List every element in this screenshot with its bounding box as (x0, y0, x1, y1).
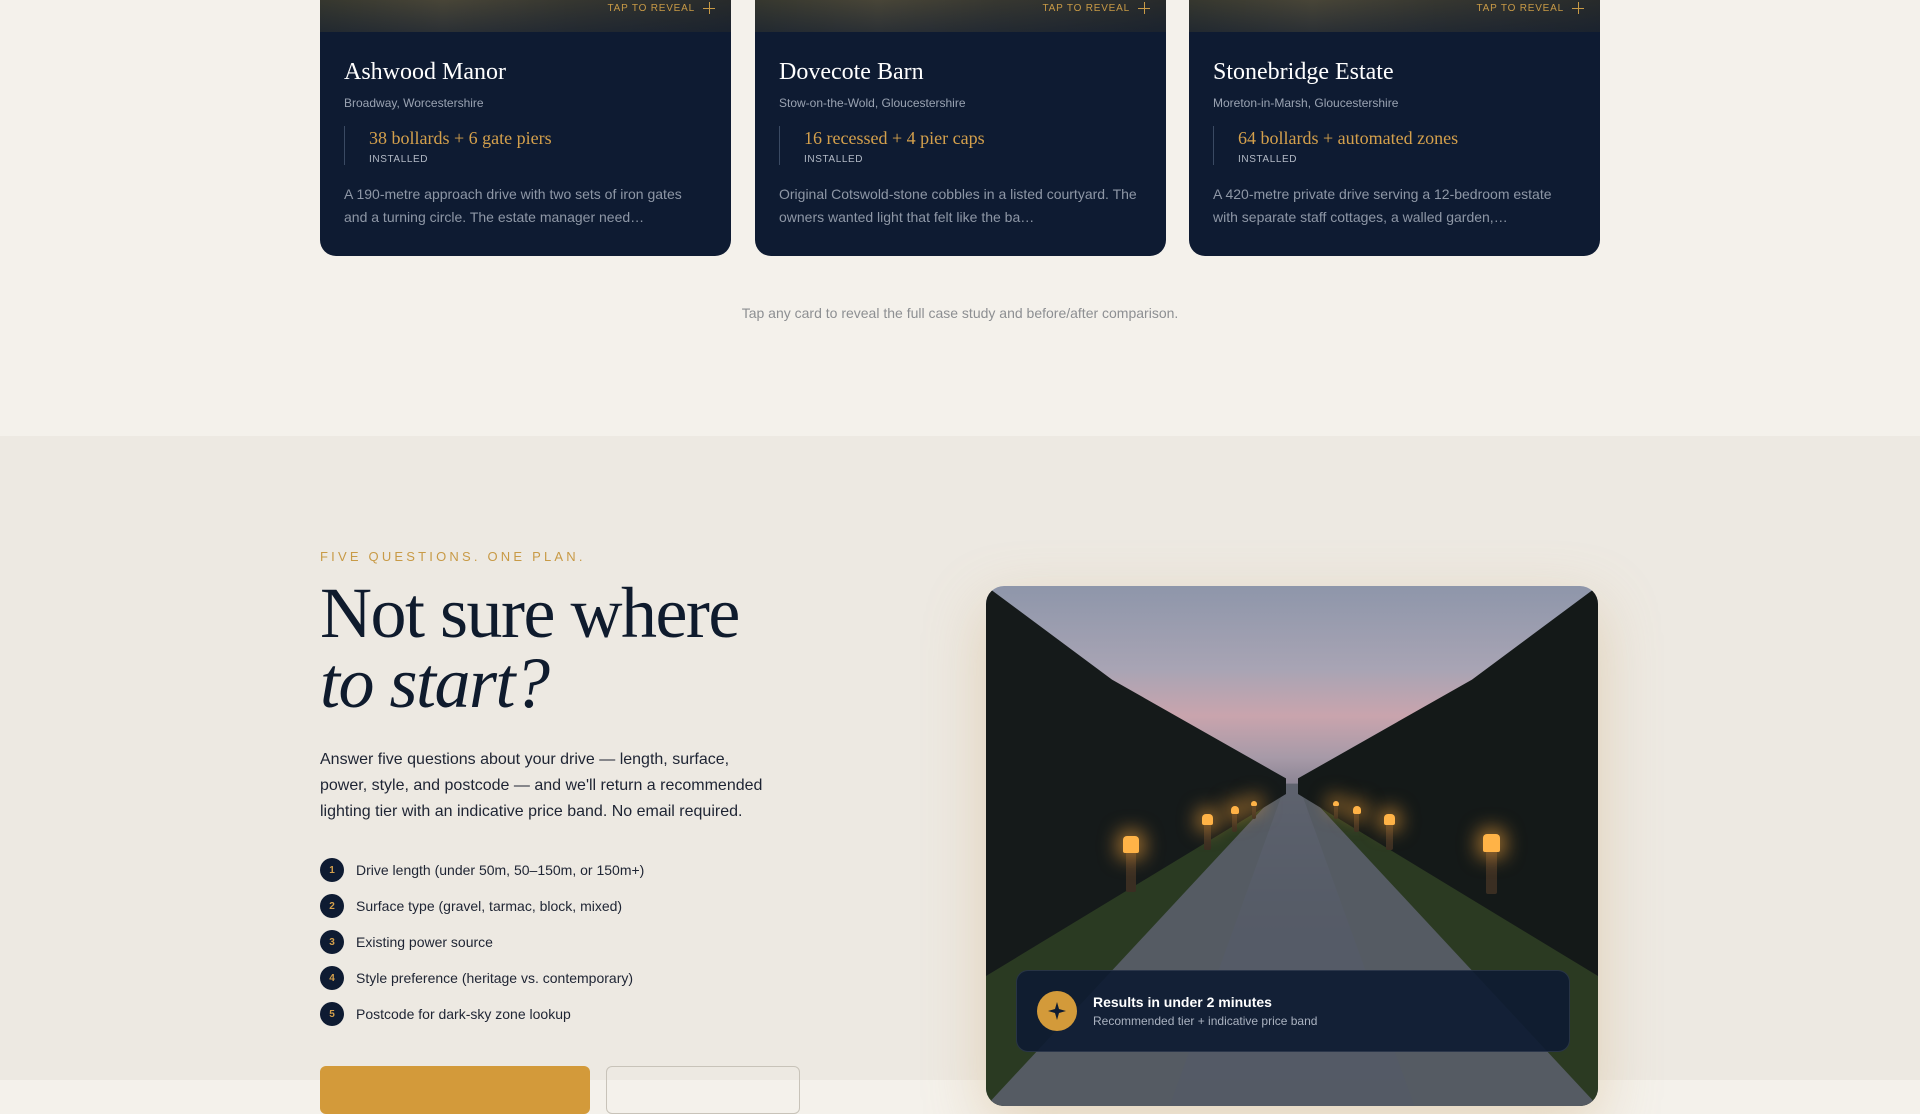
list-item: 4 Style preference (heritage vs. contemp… (320, 966, 644, 990)
stat-value: 16 recessed + 4 pier caps (804, 128, 985, 148)
planner-section (0, 436, 1920, 1080)
secondary-action-button[interactable] (606, 1066, 800, 1114)
step-text: Drive length (under 50m, 50–150m, or 150… (356, 862, 645, 878)
start-planner-button[interactable] (320, 1066, 590, 1114)
card-description: Original Cotswold-stone cobbles in a lis… (779, 186, 1137, 225)
card-location: Broadway, Worcestershire (344, 96, 484, 110)
card-stat: 38 bollards + 6 gate piers INSTALLED (344, 126, 707, 165)
results-subtitle: Recommended tier + indicative price band (1093, 1014, 1318, 1028)
results-card: Results in under 2 minutes Recommended t… (1016, 970, 1570, 1052)
step-text: Style preference (heritage vs. contempor… (356, 970, 634, 986)
headline-line-1: Not sure where (320, 573, 740, 653)
reveal-label: TAP TO REVEAL (1042, 2, 1130, 14)
case-study-card-ashwood[interactable]: TAP TO REVEAL Ashwood Manor Broadway, Wo… (320, 0, 731, 256)
step-text: Surface type (gravel, tarmac, block, mix… (356, 898, 623, 914)
list-item: 1 Drive length (under 50m, 50–150m, or 1… (320, 858, 644, 882)
question-list: 1 Drive length (under 50m, 50–150m, or 1… (320, 858, 644, 1038)
step-number: 1 (320, 858, 344, 882)
stat-value: 64 bollards + automated zones (1238, 128, 1459, 148)
card-title: Ashwood Manor (344, 59, 506, 85)
stat-value: 38 bollards + 6 gate piers (369, 128, 552, 148)
stat-label: INSTALLED (369, 154, 429, 165)
section-lede: Answer five questions about your drive —… (320, 751, 763, 820)
section-eyebrow: FIVE QUESTIONS. ONE PLAN. (320, 549, 586, 564)
reveal-label: TAP TO REVEAL (1476, 2, 1564, 14)
section-headline: Not sure where to start? (320, 577, 740, 723)
case-study-card-stonebridge[interactable]: TAP TO REVEAL Stonebridge Estate Moreton… (1189, 0, 1600, 256)
tap-to-reveal[interactable]: TAP TO REVEAL (1043, 0, 1150, 16)
list-item: 2 Surface type (gravel, tarmac, block, m… (320, 894, 644, 918)
case-study-hint: Tap any card to reveal the full case stu… (741, 305, 1179, 321)
card-location: Stow-on-the-Wold, Gloucestershire (779, 96, 966, 110)
stat-label: INSTALLED (1238, 154, 1298, 165)
card-stat: 16 recessed + 4 pier caps INSTALLED (779, 126, 1142, 165)
plus-icon (1572, 2, 1584, 14)
card-description: A 420-metre private drive serving a 12-b… (1213, 186, 1552, 225)
tap-to-reveal[interactable]: TAP TO REVEAL (1477, 0, 1584, 16)
stat-label: INSTALLED (804, 154, 864, 165)
step-number: 4 (320, 966, 344, 990)
tap-to-reveal[interactable]: TAP TO REVEAL (608, 0, 715, 16)
results-title: Results in under 2 minutes (1093, 994, 1272, 1010)
step-number: 2 (320, 894, 344, 918)
card-location: Moreton-in-Marsh, Gloucestershire (1213, 96, 1399, 110)
step-number: 3 (320, 930, 344, 954)
plus-icon (1138, 2, 1150, 14)
headline-line-2: to start? (320, 643, 550, 723)
step-text: Existing power source (356, 934, 493, 950)
card-stat: 64 bollards + automated zones INSTALLED (1213, 126, 1576, 165)
step-text: Postcode for dark-sky zone lookup (356, 1006, 571, 1022)
sparkle-icon (1037, 991, 1077, 1031)
reveal-label: TAP TO REVEAL (607, 2, 695, 14)
plus-icon (703, 2, 715, 14)
case-study-card-dovecote[interactable]: TAP TO REVEAL Dovecote Barn Stow-on-the-… (755, 0, 1166, 256)
list-item: 5 Postcode for dark-sky zone lookup (320, 1002, 644, 1026)
card-title: Stonebridge Estate (1213, 59, 1394, 85)
card-description: A 190-metre approach drive with two sets… (344, 186, 682, 225)
list-item: 3 Existing power source (320, 930, 644, 954)
step-number: 5 (320, 1002, 344, 1026)
card-title: Dovecote Barn (779, 59, 924, 85)
